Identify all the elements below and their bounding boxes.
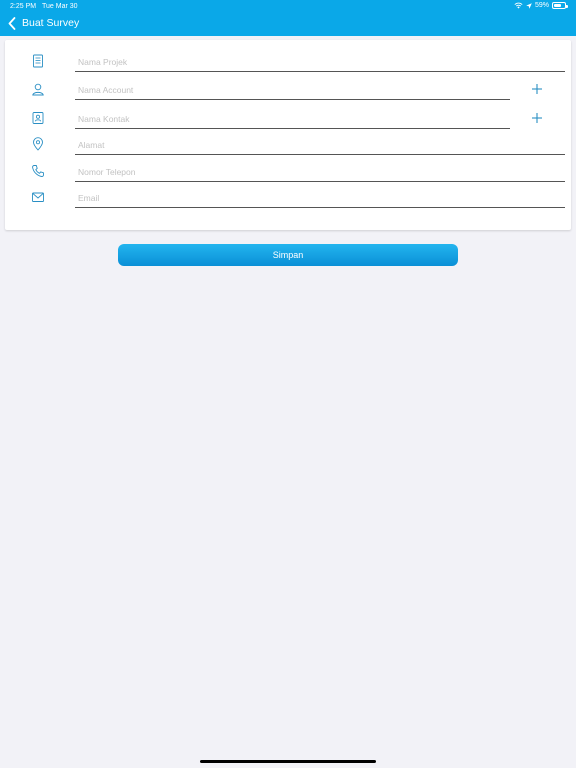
account-name-field[interactable] — [75, 80, 510, 100]
add-contact-button[interactable] — [529, 110, 545, 126]
home-indicator — [200, 760, 376, 763]
project-name-field[interactable] — [75, 52, 565, 72]
address-input[interactable] — [75, 135, 565, 155]
location-pin-icon — [33, 137, 43, 151]
battery-percent: 59% — [534, 2, 549, 9]
email-input[interactable] — [75, 188, 565, 208]
account-name-input[interactable] — [75, 80, 510, 100]
contact-name-field[interactable] — [75, 109, 510, 129]
address-field[interactable] — [75, 135, 565, 155]
document-icon — [33, 54, 43, 68]
status-date: Tue Mar 30 — [42, 3, 78, 10]
phone-field[interactable] — [75, 162, 565, 182]
phone-icon — [32, 165, 44, 177]
battery-icon — [552, 2, 568, 9]
status-time: 2:25 PM — [10, 3, 37, 10]
save-button[interactable]: Simpan — [118, 244, 458, 266]
mail-icon — [32, 192, 44, 202]
survey-form-card — [5, 40, 571, 230]
phone-input[interactable] — [75, 162, 565, 182]
email-field[interactable] — [75, 188, 565, 208]
wifi-icon — [514, 2, 523, 9]
navigation-bar: Buat Survey — [0, 13, 576, 36]
contact-book-icon — [32, 112, 44, 124]
back-button[interactable] — [4, 14, 20, 32]
chevron-left-icon — [8, 16, 16, 30]
location-arrow-icon — [526, 2, 532, 9]
status-bar: 2:25 PM Tue Mar 30 59% — [0, 0, 576, 13]
user-icon — [32, 83, 44, 96]
project-name-input[interactable] — [75, 52, 565, 72]
top-bar: 2:25 PM Tue Mar 30 59% Buat Survey — [0, 0, 576, 36]
page-title: Buat Survey — [22, 17, 80, 29]
contact-name-input[interactable] — [75, 109, 510, 129]
status-right: 59% — [514, 2, 568, 9]
add-account-button[interactable] — [529, 81, 545, 97]
